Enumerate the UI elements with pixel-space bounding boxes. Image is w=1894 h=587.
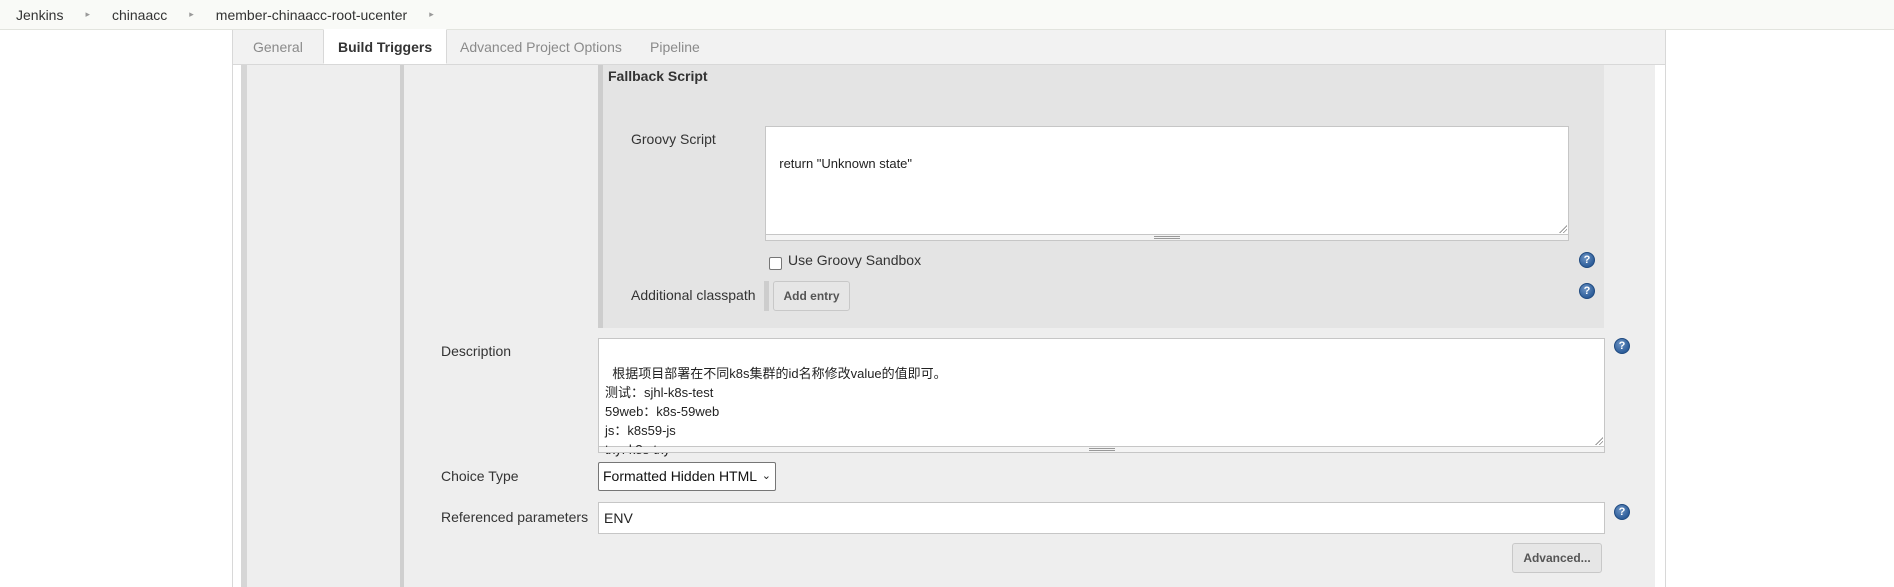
description-textarea[interactable]: 根据项目部署在不同k8s集群的id名称修改value的值即可。 测试：sjhl-… — [598, 338, 1605, 457]
description-drag-handle[interactable] — [598, 447, 1605, 453]
chevron-down-icon: ⌄ — [761, 470, 771, 482]
tab-general[interactable]: General — [237, 30, 319, 64]
grip-lines-icon — [1088, 448, 1115, 451]
referenced-parameters-label: Referenced parameters — [441, 509, 589, 525]
advanced-button[interactable]: Advanced... — [1512, 543, 1602, 573]
use-groovy-sandbox-checkbox[interactable] — [769, 257, 782, 270]
tab-build-triggers[interactable]: Build Triggers — [323, 29, 448, 64]
breadcrumb-separator-icon[interactable]: ▸ — [85, 9, 90, 20]
breadcrumb-separator-icon[interactable]: ▸ — [189, 9, 194, 20]
help-icon[interactable]: ? — [1579, 283, 1595, 299]
breadcrumb: Jenkins ▸ chinaacc ▸ member-chinaacc-roo… — [0, 0, 1894, 30]
groovy-script-textarea[interactable]: return "Unknown state" — [765, 126, 1569, 235]
use-groovy-sandbox-label: Use Groovy Sandbox — [788, 252, 922, 268]
config-tab-bar: General Build Triggers Advanced Project … — [232, 29, 1666, 65]
groovy-script-label: Groovy Script — [631, 131, 716, 147]
breadcrumb-item-chinaacc[interactable]: chinaacc — [112, 7, 167, 23]
description-label: Description — [441, 343, 512, 359]
choice-type-selected: Formatted Hidden HTML — [603, 468, 758, 484]
choice-type-label: Choice Type — [441, 468, 519, 484]
fallback-script-title: Fallback Script — [608, 68, 708, 84]
resize-grip-icon[interactable] — [1594, 436, 1603, 445]
help-icon[interactable]: ? — [1614, 338, 1630, 354]
help-icon[interactable]: ? — [1579, 252, 1595, 268]
breadcrumb-separator-icon[interactable]: ▸ — [429, 9, 434, 20]
breadcrumb-item-jenkins[interactable]: Jenkins — [16, 7, 63, 23]
additional-classpath-label: Additional classpath — [631, 287, 756, 303]
groovy-script-value: return "Unknown state" — [779, 156, 913, 171]
breadcrumb-item-job[interactable]: member-chinaacc-root-ucenter — [216, 7, 407, 23]
tab-advanced-project-options[interactable]: Advanced Project Options — [444, 30, 638, 64]
choice-type-select[interactable]: Formatted Hidden HTML ⌄ — [598, 462, 776, 491]
resize-grip-icon[interactable] — [1558, 224, 1567, 233]
add-entry-button[interactable]: Add entry — [773, 281, 850, 311]
groovy-script-drag-handle[interactable] — [765, 235, 1569, 241]
tab-pipeline[interactable]: Pipeline — [634, 30, 716, 64]
classpath-entry-bar — [764, 281, 769, 311]
referenced-parameters-input[interactable]: ENV — [598, 502, 1605, 534]
grip-lines-icon — [1154, 236, 1180, 239]
help-icon[interactable]: ? — [1614, 504, 1630, 520]
description-value: 根据项目部署在不同k8s集群的id名称修改value的值即可。 测试：sjhl-… — [605, 366, 947, 457]
